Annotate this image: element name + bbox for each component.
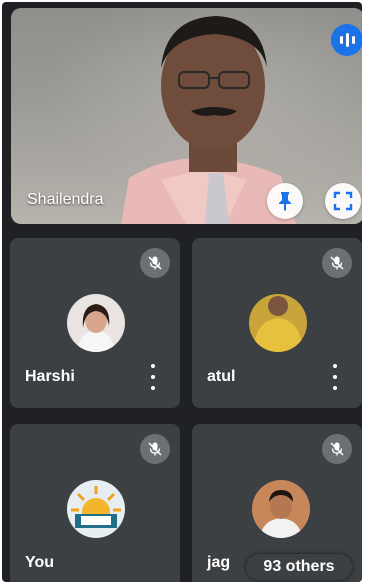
mic-off-icon: [140, 248, 170, 278]
avatar-photo: [252, 480, 310, 538]
main-speaker-tile[interactable]: Shailendra: [11, 8, 362, 224]
participant-tile[interactable]: Harshi: [10, 238, 180, 408]
fullscreen-button[interactable]: [325, 183, 361, 219]
pin-button[interactable]: [267, 183, 303, 219]
audio-wave-icon: [331, 24, 362, 56]
participant-name: atul: [207, 368, 236, 385]
avatar: [252, 480, 310, 538]
participant-tile[interactable]: You: [10, 424, 180, 582]
mic-off-icon: [140, 434, 170, 464]
mic-off-icon: [322, 248, 352, 278]
sunrise-logo: [67, 480, 125, 538]
more-vert-icon[interactable]: [330, 364, 340, 390]
mic-off-icon-glyph: [148, 442, 162, 456]
mic-off-icon-glyph: [148, 256, 162, 270]
pin-icon: [279, 192, 291, 211]
participant-name: jag: [207, 554, 231, 571]
mic-off-icon: [322, 434, 352, 464]
avatar-photo: [67, 294, 125, 352]
mic-off-icon-glyph: [330, 442, 344, 456]
fullscreen-icon: [333, 191, 353, 211]
avatar: [249, 294, 307, 352]
avatar: [67, 294, 125, 352]
others-count-badge[interactable]: 93 others: [246, 554, 352, 580]
mic-off-icon-glyph: [330, 256, 344, 270]
participant-name: Harshi: [25, 368, 75, 385]
more-vert-icon[interactable]: [148, 364, 158, 390]
speaker-name: Shailendra: [27, 191, 104, 208]
avatar-photo: [249, 294, 307, 352]
meeting-grid: Shailendra Harshi atul You jag 93 others: [2, 2, 362, 582]
participant-tile[interactable]: atul: [192, 238, 362, 408]
avatar: [67, 480, 125, 538]
participant-name: You: [25, 554, 55, 571]
